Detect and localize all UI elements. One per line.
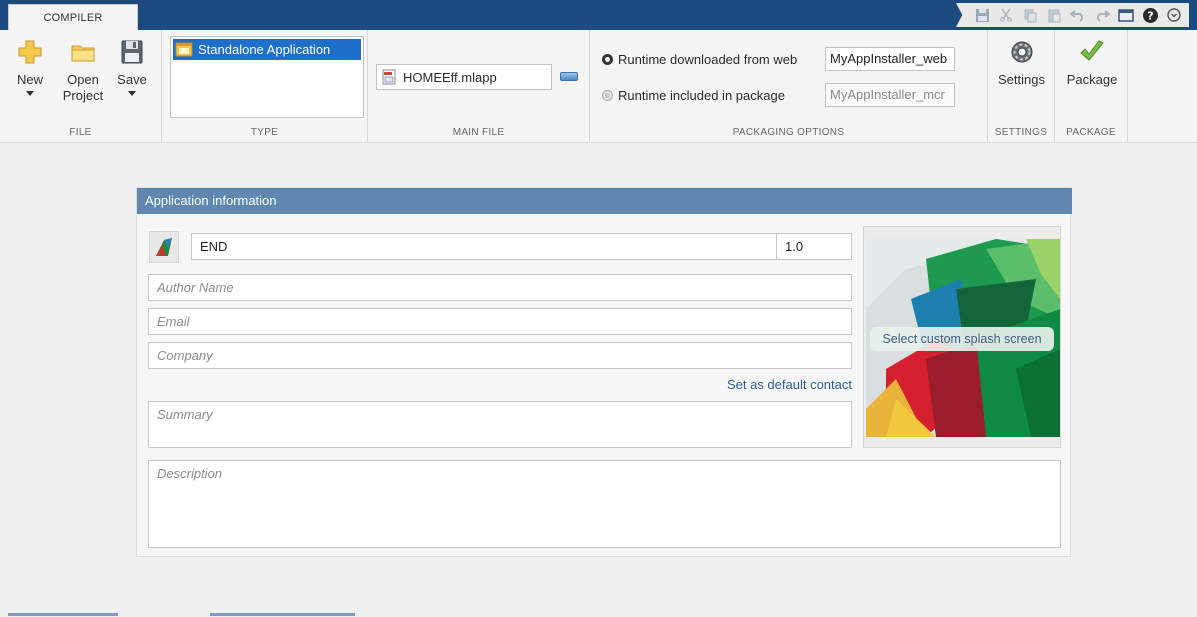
- section-file: New Open Project Save FILE: [0, 30, 162, 142]
- mlapp-file-icon: [382, 69, 396, 85]
- email-field[interactable]: Email: [148, 308, 852, 335]
- status-strip: [0, 613, 1197, 617]
- radio-unselected[interactable]: [602, 90, 613, 101]
- section-type: Standalone Application TYPE: [162, 30, 368, 142]
- type-list[interactable]: Standalone Application: [170, 36, 364, 118]
- section-label-main-file: MAIN FILE: [452, 127, 505, 138]
- matlab-app-icon: [156, 238, 172, 256]
- plus-icon: [18, 40, 42, 64]
- description-field[interactable]: Description: [148, 460, 1061, 548]
- web-installer-name-field[interactable]: MyAppInstaller_web: [825, 47, 955, 71]
- section-packaging-options: Runtime downloaded from web MyAppInstall…: [590, 30, 988, 142]
- type-item-standalone[interactable]: Standalone Application: [173, 39, 361, 60]
- application-icon: [175, 42, 193, 56]
- runtime-package-option[interactable]: Runtime included in package: [602, 88, 785, 103]
- folder-icon: [71, 45, 95, 62]
- set-default-contact-link[interactable]: Set as default contact: [727, 377, 852, 392]
- paste-icon[interactable]: [1045, 6, 1063, 24]
- tab-compiler[interactable]: COMPILER: [8, 4, 138, 31]
- chevron-down-icon: [26, 91, 34, 96]
- runtime-web-option[interactable]: Runtime downloaded from web: [602, 52, 797, 67]
- settings-button[interactable]: Settings: [992, 38, 1051, 88]
- mcr-installer-name-field[interactable]: MyAppInstaller_mcr: [825, 83, 955, 107]
- redo-icon[interactable]: [1093, 6, 1111, 24]
- save-button[interactable]: Save: [114, 38, 150, 96]
- help-icon[interactable]: ?: [1141, 6, 1159, 24]
- version-field[interactable]: 1.0: [776, 233, 852, 260]
- checkmark-icon: [1080, 40, 1104, 61]
- splash-screen-caption: Select custom splash screen: [870, 327, 1054, 351]
- window-switch-icon[interactable]: [1117, 6, 1135, 24]
- section-label-type: TYPE: [250, 127, 279, 138]
- open-project-button[interactable]: Open Project: [60, 38, 106, 104]
- section-settings: Settings SETTINGS: [988, 30, 1055, 142]
- toolstrip: New Open Project Save FILE Standalone Ap…: [0, 30, 1197, 143]
- title-bar: COMPILER ?: [0, 0, 1197, 31]
- section-label-file: FILE: [69, 127, 92, 138]
- section-main-file: HOMEEff.mlapp MAIN FILE: [368, 30, 590, 142]
- copy-icon[interactable]: [1021, 6, 1039, 24]
- section-label-settings: SETTINGS: [994, 127, 1048, 138]
- section-package: Package PACKAGE: [1055, 30, 1128, 142]
- section-label-packaging: PACKAGING OPTIONS: [732, 127, 845, 138]
- options-icon[interactable]: [1165, 6, 1183, 24]
- author-name-field[interactable]: Author Name: [148, 274, 852, 301]
- application-information-panel: Application information END 1.0 Author N…: [136, 187, 1072, 557]
- remove-file-button[interactable]: [560, 72, 578, 81]
- app-icon[interactable]: [149, 231, 179, 263]
- quick-access-toolbar: ?: [956, 3, 1189, 27]
- save-icon[interactable]: [973, 6, 991, 24]
- package-button[interactable]: Package: [1061, 38, 1123, 88]
- section-label-package: PACKAGE: [1066, 127, 1116, 138]
- splash-screen-selector[interactable]: Select custom splash screen: [863, 226, 1061, 448]
- panel-header: Application information: [137, 188, 1072, 214]
- company-field[interactable]: Company: [148, 342, 852, 369]
- new-button[interactable]: New: [12, 38, 48, 96]
- app-name-field[interactable]: END: [191, 233, 777, 260]
- undo-icon[interactable]: [1069, 6, 1087, 24]
- summary-field[interactable]: Summary: [148, 401, 852, 448]
- svg-text:?: ?: [1147, 9, 1153, 22]
- radio-selected[interactable]: [602, 54, 613, 65]
- main-file-item[interactable]: HOMEEff.mlapp: [376, 64, 552, 90]
- floppy-disk-icon: [121, 40, 143, 64]
- gear-icon: [1011, 41, 1032, 63]
- chevron-down-icon: [128, 91, 136, 96]
- cut-icon[interactable]: [997, 6, 1015, 24]
